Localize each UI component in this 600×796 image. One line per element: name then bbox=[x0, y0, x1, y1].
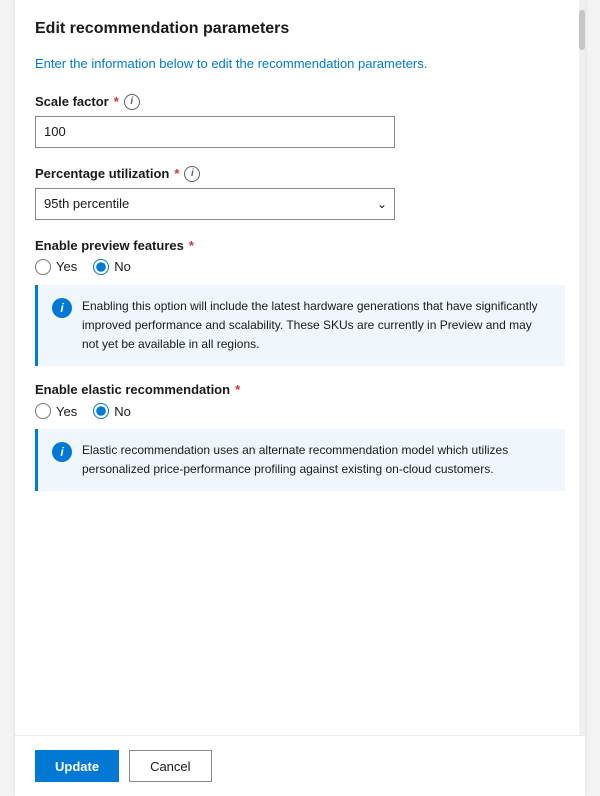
enable-preview-yes-label: Yes bbox=[56, 259, 77, 274]
enable-preview-no-option[interactable]: No bbox=[93, 259, 131, 275]
enable-preview-yes-option[interactable]: Yes bbox=[35, 259, 77, 275]
intro-text: Enter the information below to edit the … bbox=[35, 54, 565, 74]
percentage-utilization-label-text: Percentage utilization bbox=[35, 166, 169, 181]
enable-elastic-yes-radio[interactable] bbox=[35, 403, 51, 419]
enable-preview-info-box: i Enabling this option will include the … bbox=[35, 285, 565, 367]
enable-preview-yes-radio[interactable] bbox=[35, 259, 51, 275]
enable-elastic-info-text: Elastic recommendation uses an alternate… bbox=[82, 441, 551, 479]
edit-panel: Edit recommendation parameters Enter the… bbox=[15, 0, 585, 796]
enable-elastic-no-label: No bbox=[114, 404, 131, 419]
scale-factor-label: Scale factor * i bbox=[35, 94, 565, 110]
enable-elastic-required: * bbox=[235, 382, 240, 397]
percentage-utilization-required: * bbox=[174, 166, 179, 181]
enable-preview-info-icon: i bbox=[52, 298, 72, 318]
enable-preview-radio-group: Yes No bbox=[35, 259, 565, 275]
scrollbar[interactable] bbox=[579, 0, 585, 796]
percentage-utilization-info-icon[interactable]: i bbox=[184, 166, 200, 182]
enable-elastic-no-option[interactable]: No bbox=[93, 403, 131, 419]
enable-preview-required: * bbox=[189, 238, 194, 253]
enable-elastic-yes-option[interactable]: Yes bbox=[35, 403, 77, 419]
enable-elastic-info-box: i Elastic recommendation uses an alterna… bbox=[35, 429, 565, 491]
enable-elastic-info-icon: i bbox=[52, 442, 72, 462]
scale-factor-label-text: Scale factor bbox=[35, 94, 109, 109]
enable-preview-label-text: Enable preview features bbox=[35, 238, 184, 253]
footer: Update Cancel bbox=[15, 735, 585, 796]
enable-preview-label: Enable preview features * bbox=[35, 238, 565, 253]
enable-elastic-radio-group: Yes No bbox=[35, 403, 565, 419]
enable-preview-no-label: No bbox=[114, 259, 131, 274]
enable-preview-no-radio[interactable] bbox=[93, 259, 109, 275]
enable-preview-info-text: Enabling this option will include the la… bbox=[82, 297, 551, 355]
enable-elastic-group: Enable elastic recommendation * Yes No i… bbox=[35, 382, 565, 491]
percentage-utilization-label: Percentage utilization * i bbox=[35, 166, 565, 182]
percentage-utilization-group: Percentage utilization * i 95th percenti… bbox=[35, 166, 565, 220]
enable-preview-group: Enable preview features * Yes No i Enabl… bbox=[35, 238, 565, 367]
cancel-button[interactable]: Cancel bbox=[129, 750, 211, 782]
enable-elastic-no-radio[interactable] bbox=[93, 403, 109, 419]
scale-factor-required: * bbox=[114, 94, 119, 109]
scrollbar-thumb bbox=[579, 10, 585, 50]
percentage-utilization-select-wrapper: 95th percentile 50th percentile 99th per… bbox=[35, 188, 395, 220]
scale-factor-info-icon[interactable]: i bbox=[124, 94, 140, 110]
enable-elastic-label-text: Enable elastic recommendation bbox=[35, 382, 230, 397]
enable-elastic-yes-label: Yes bbox=[56, 404, 77, 419]
enable-elastic-label: Enable elastic recommendation * bbox=[35, 382, 565, 397]
scale-factor-input[interactable] bbox=[35, 116, 395, 148]
panel-title: Edit recommendation parameters bbox=[35, 20, 565, 38]
scale-factor-group: Scale factor * i bbox=[35, 94, 565, 148]
percentage-utilization-select[interactable]: 95th percentile 50th percentile 99th per… bbox=[35, 188, 395, 220]
update-button[interactable]: Update bbox=[35, 750, 119, 782]
